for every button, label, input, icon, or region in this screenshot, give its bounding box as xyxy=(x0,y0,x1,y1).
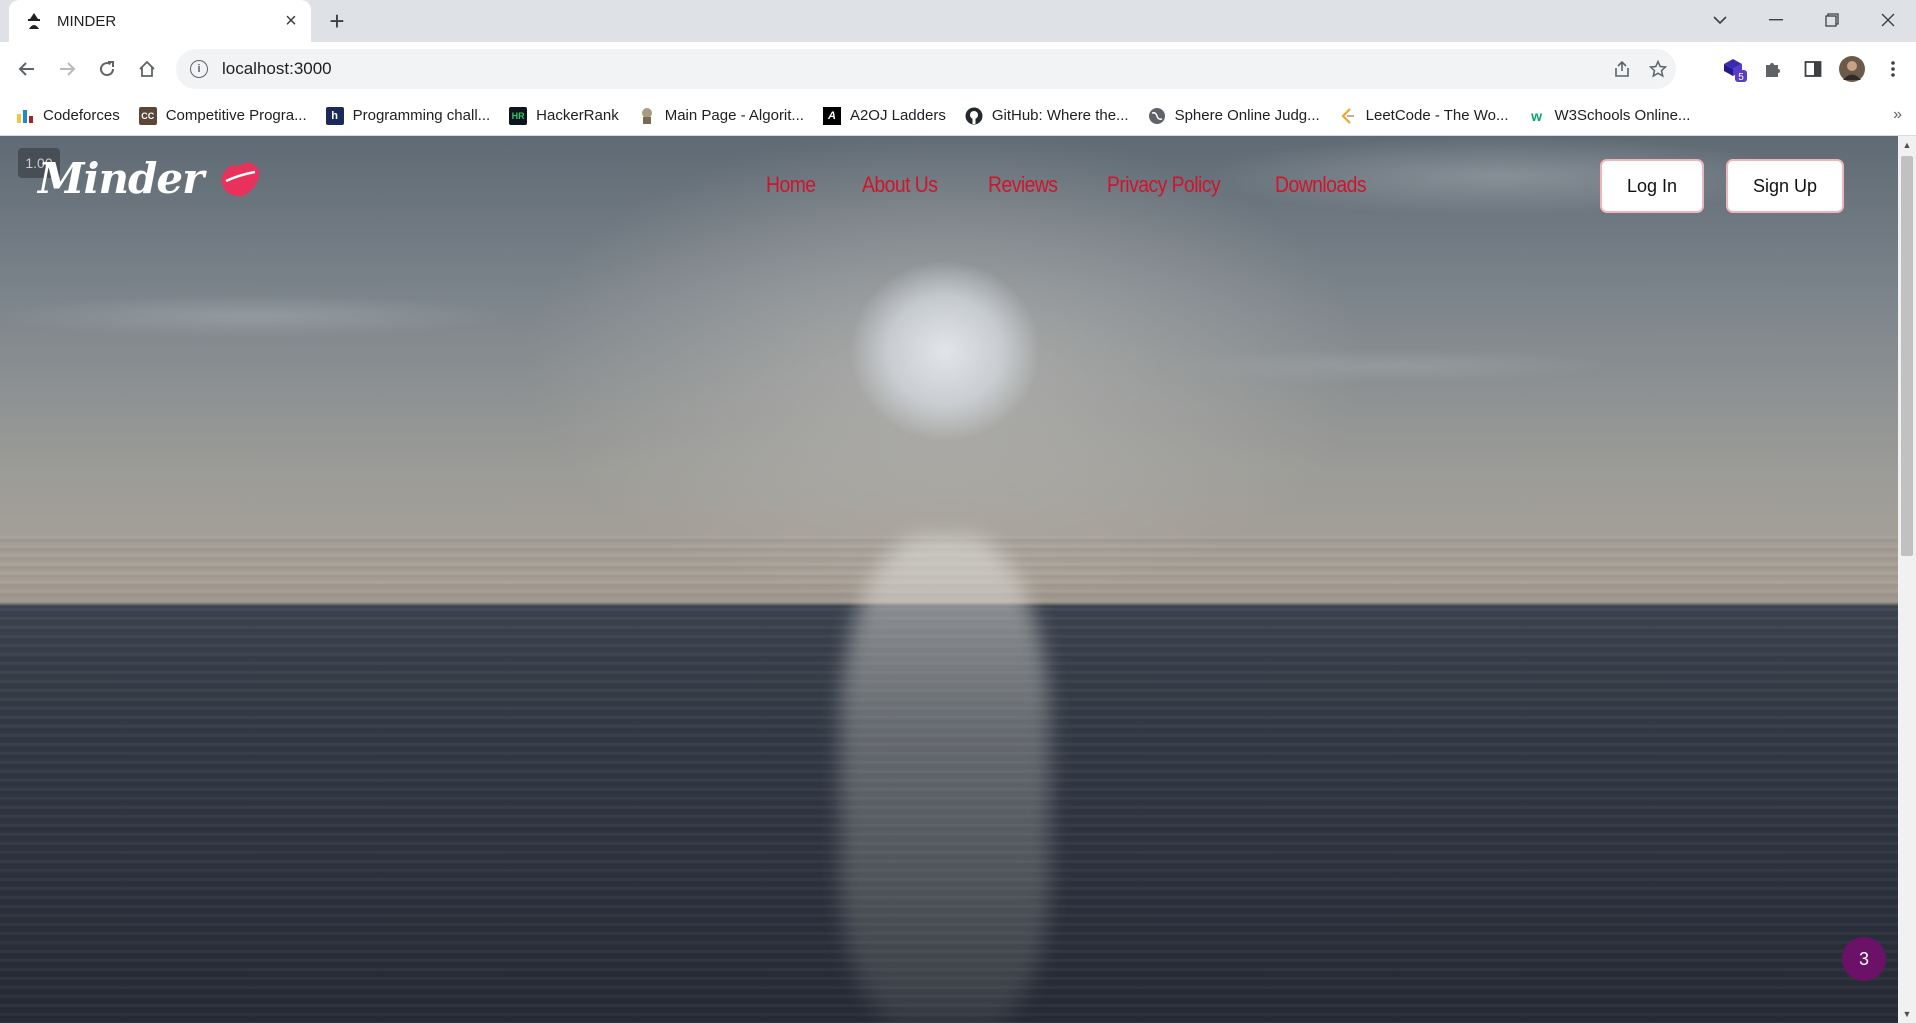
github-icon xyxy=(965,107,983,125)
bookmark-programming-challenges[interactable]: h Programming chall... xyxy=(325,106,491,125)
share-icon[interactable] xyxy=(1604,51,1640,87)
codeforces-icon xyxy=(16,107,34,125)
site-info-icon[interactable]: i xyxy=(190,60,208,78)
vertical-scrollbar[interactable]: ▲ ▼ xyxy=(1898,136,1916,1023)
scroll-down-arrow-icon[interactable]: ▼ xyxy=(1898,1005,1916,1023)
reload-icon[interactable] xyxy=(92,54,122,84)
nav-downloads[interactable]: Downloads xyxy=(1275,172,1367,198)
globe-icon xyxy=(1148,107,1166,125)
restore-button[interactable] xyxy=(1804,0,1860,40)
browser-toolbar: i localhost:3000 5 xyxy=(0,42,1916,96)
w3schools-icon: w xyxy=(1531,107,1542,124)
menu-kebab-icon[interactable] xyxy=(1878,54,1908,84)
hero-background-video: 1.00 Minder Home About Us Reviews Privac… xyxy=(0,136,1898,1023)
tab-strip: MINDER × + xyxy=(0,0,1916,42)
bookmark-label: A2OJ Ladders xyxy=(849,107,946,124)
scroll-up-arrow-icon[interactable]: ▲ xyxy=(1898,136,1916,154)
bookmark-label: W3Schools Online... xyxy=(1554,107,1691,124)
bookmark-label: LeetCode - The Wo... xyxy=(1365,107,1509,124)
tab-title: MINDER xyxy=(57,12,117,30)
log-in-button[interactable]: Log In xyxy=(1600,159,1704,213)
extension-cube-icon[interactable]: 5 xyxy=(1720,54,1750,84)
side-panel-icon[interactable] xyxy=(1798,54,1828,84)
bookmark-leetcode[interactable]: LeetCode - The Wo... xyxy=(1339,107,1509,125)
logo-text: Minder xyxy=(38,153,204,203)
bookmark-star-icon[interactable] xyxy=(1640,51,1676,87)
sign-up-button[interactable]: Sign Up xyxy=(1726,159,1844,213)
extension-badge-count: 5 xyxy=(1738,72,1744,82)
bookmark-hackerrank[interactable]: HR HackerRank xyxy=(509,106,619,125)
scrollbar-thumb[interactable] xyxy=(1901,156,1913,556)
bookmark-algorithmist[interactable]: Main Page - Algorit... xyxy=(638,107,804,125)
profile-avatar[interactable] xyxy=(1837,54,1867,84)
hackerrank-icon: HR xyxy=(509,106,528,125)
site-logo[interactable]: Minder xyxy=(38,153,263,203)
bookmark-a2oj[interactable]: A A2OJ Ladders xyxy=(822,106,946,125)
minimize-button[interactable] xyxy=(1748,0,1804,40)
bookmark-label: Competitive Progra... xyxy=(165,107,307,124)
floating-counter-badge[interactable]: 3 xyxy=(1842,937,1886,981)
address-bar[interactable]: i localhost:3000 xyxy=(176,49,1676,89)
algorithmist-icon xyxy=(638,107,656,125)
bookmark-label: Main Page - Algorit... xyxy=(664,107,804,124)
lips-icon xyxy=(221,162,260,197)
nav-privacy-policy[interactable]: Privacy Policy xyxy=(1107,172,1221,198)
bookmark-label: GitHub: Where the... xyxy=(991,107,1129,124)
bookmark-label: Codeforces xyxy=(43,107,120,124)
back-arrow-icon[interactable] xyxy=(12,54,42,84)
bookmark-github[interactable]: GitHub: Where the... xyxy=(965,107,1129,125)
bookmark-label: Programming chall... xyxy=(352,107,491,124)
close-tab-icon[interactable]: × xyxy=(277,7,305,35)
close-window-button[interactable] xyxy=(1860,0,1916,40)
a2oj-icon: A xyxy=(822,106,841,125)
nav-about-us[interactable]: About Us xyxy=(862,172,938,198)
cc-icon: CC xyxy=(138,106,157,125)
puzzle-extensions-icon[interactable] xyxy=(1758,54,1788,84)
forward-arrow-icon[interactable] xyxy=(52,54,82,84)
tab-search-icon[interactable] xyxy=(1692,0,1748,40)
more-bookmarks-chevron-icon[interactable]: » xyxy=(1893,106,1902,124)
address-url[interactable]: localhost:3000 xyxy=(222,59,1604,79)
bookmark-w3schools[interactable]: w W3Schools Online... xyxy=(1528,107,1691,125)
home-icon[interactable] xyxy=(132,54,162,84)
incognito-figure-icon xyxy=(25,12,43,30)
bookmark-competitive-programming[interactable]: CC Competitive Progra... xyxy=(138,106,307,125)
bookmark-codeforces[interactable]: Codeforces xyxy=(16,107,120,125)
main-nav: Home About Us Reviews Privacy Policy Dow… xyxy=(766,172,1419,198)
browser-tab[interactable]: MINDER × xyxy=(9,0,311,42)
page-viewport: 1.00 Minder Home About Us Reviews Privac… xyxy=(0,136,1916,1023)
bookmark-label: Sphere Online Judg... xyxy=(1174,107,1320,124)
sun-reflection xyxy=(840,536,1050,1023)
leetcode-icon xyxy=(1339,107,1357,125)
bookmarks-bar: Codeforces CC Competitive Progra... h Prog… xyxy=(0,96,1916,136)
nav-home[interactable]: Home xyxy=(766,172,816,198)
bookmark-label: HackerRank xyxy=(536,107,619,124)
h-icon: h xyxy=(325,106,344,125)
bookmark-spoj[interactable]: Sphere Online Judg... xyxy=(1148,107,1320,125)
nav-reviews[interactable]: Reviews xyxy=(988,172,1058,198)
new-tab-button[interactable]: + xyxy=(322,6,352,36)
